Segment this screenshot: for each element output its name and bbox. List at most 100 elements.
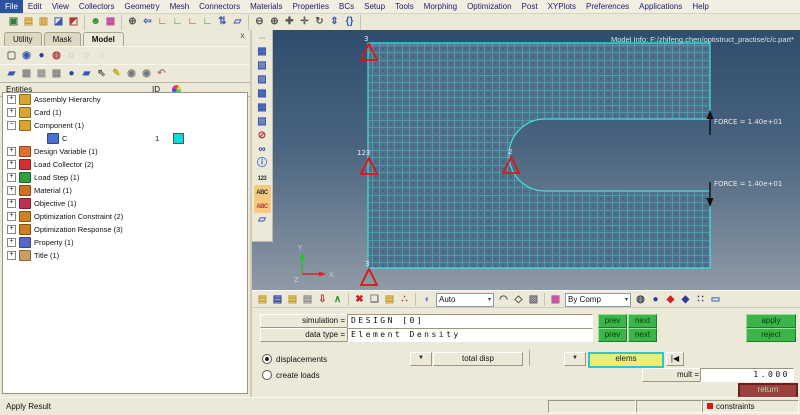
open-card-icon[interactable]: ▤: [285, 293, 300, 307]
browser-tab[interactable]: Model: [82, 32, 124, 46]
bycomp-color-icon[interactable]: ▦: [548, 293, 563, 307]
element-red-icon[interactable]: ◆: [663, 293, 678, 307]
sphere-menu-icon[interactable]: ●: [64, 67, 79, 81]
lasso-icon[interactable]: ◠: [496, 293, 511, 307]
translate-icon[interactable]: ∴: [397, 293, 412, 307]
mesh-transparent-icon[interactable]: ▦: [254, 101, 271, 115]
menu-item[interactable]: Applications: [634, 0, 687, 13]
selector-mode-icon[interactable]: ◖: [419, 293, 434, 307]
apply-button[interactable]: apply: [746, 314, 796, 328]
menu-item[interactable]: XYPlots: [543, 0, 581, 13]
expander-toggle[interactable]: +: [7, 186, 16, 195]
fit-view-icon[interactable]: ⇕: [327, 15, 342, 29]
menu-item[interactable]: File: [0, 0, 23, 13]
sphere-blue-icon[interactable]: ●: [34, 49, 49, 63]
tree-item[interactable]: + Optimization Constraint (2): [3, 210, 247, 223]
view-rotate-icon[interactable]: ⇅: [215, 15, 230, 29]
reject-button[interactable]: reject: [746, 328, 796, 342]
box-select-icon[interactable]: ◇: [511, 293, 526, 307]
view-yz-icon[interactable]: ∟: [200, 15, 215, 29]
menu-item[interactable]: Morphing: [419, 0, 462, 13]
tree-item[interactable]: + Load Step (1): [3, 171, 247, 184]
tree-item[interactable]: − Component (1): [3, 119, 247, 132]
brackets-icon[interactable]: {}: [342, 15, 357, 29]
dots-icon[interactable]: ∷: [693, 293, 708, 307]
menu-item[interactable]: Edit: [23, 0, 47, 13]
plate-menu-icon[interactable]: ▰: [79, 67, 94, 81]
delete-icon[interactable]: ✖: [352, 293, 367, 307]
expander-toggle[interactable]: +: [7, 199, 16, 208]
component-color-swatch[interactable]: [173, 121, 182, 130]
toolbar-grip[interactable]: ····: [254, 31, 271, 45]
view-xy-front-icon[interactable]: ∟: [155, 15, 170, 29]
shaded-sphere-icon[interactable]: ●: [648, 293, 663, 307]
zoom-window-icon[interactable]: ⊕: [125, 15, 140, 29]
component-color-swatch[interactable]: [173, 173, 182, 182]
expander-toggle[interactable]: +: [7, 108, 16, 117]
component-color-swatch[interactable]: [173, 199, 182, 208]
datatype-prev-button[interactable]: prev: [598, 328, 627, 342]
element-blue-icon[interactable]: ◆: [678, 293, 693, 307]
component-color-swatch[interactable]: [173, 108, 182, 117]
open-model-icon[interactable]: ▤: [21, 15, 36, 29]
tree-item[interactable]: + Title (1): [3, 249, 247, 262]
tree-item[interactable]: + Material (1): [3, 184, 247, 197]
menu-item[interactable]: Geometry: [119, 0, 164, 13]
undo-icon[interactable]: ↶: [154, 67, 169, 81]
expander-toggle[interactable]: +: [7, 147, 16, 156]
import-icon[interactable]: ◪: [51, 15, 66, 29]
menu-item[interactable]: Collectors: [74, 0, 120, 13]
simulation-next-button[interactable]: next: [628, 314, 657, 328]
menu-item[interactable]: Connectors: [194, 0, 245, 13]
script-icon[interactable]: ∧: [330, 293, 345, 307]
zoom-in-icon[interactable]: ⊕: [267, 15, 282, 29]
view-xz-icon[interactable]: ∟: [185, 15, 200, 29]
mesh-canvas[interactable]: 3 123 2 3 FORCE = 1.40e+01 FORCE = 1.40e…: [252, 30, 800, 290]
simulation-value-field[interactable]: DESIGN [0]: [347, 314, 593, 328]
expander-toggle[interactable]: +: [7, 95, 16, 104]
save-model-icon[interactable]: ▥: [36, 15, 51, 29]
zoom-out-icon[interactable]: ⊖: [252, 15, 267, 29]
import-load-icon[interactable]: ⇩: [315, 293, 330, 307]
simulation-prev-button[interactable]: prev: [598, 314, 627, 328]
pointer-icon[interactable]: ⇖: [94, 67, 109, 81]
expander-toggle[interactable]: +: [7, 160, 16, 169]
component-color-swatch[interactable]: [173, 95, 182, 104]
check-none-icon[interactable]: ▦: [34, 67, 49, 81]
component-view-icon[interactable]: ▰: [4, 67, 19, 81]
mult-button[interactable]: mult =: [642, 368, 705, 382]
menu-item[interactable]: Mesh: [165, 0, 195, 13]
tree-item[interactable]: + Property (1): [3, 236, 247, 249]
view-plane-icon[interactable]: ▱: [230, 15, 245, 29]
menu-item[interactable]: Post: [517, 0, 543, 13]
sphere-ghost2-icon[interactable]: ◌: [94, 49, 109, 63]
display-options-icon[interactable]: ▢: [4, 49, 19, 63]
mesh-feature-icon[interactable]: ▧: [254, 115, 271, 129]
find-icon[interactable]: ∞: [254, 143, 271, 157]
browser-tab[interactable]: Utility: [4, 32, 42, 46]
graphics-viewport[interactable]: Model Info: F:/zhifeng.chen/optistruct_p…: [252, 30, 800, 290]
component-color-swatch[interactable]: [173, 238, 182, 247]
note-flag-icon[interactable]: ◍: [49, 49, 64, 63]
create-loads-radio[interactable]: [262, 370, 272, 380]
color-palette-icon[interactable]: ▦: [103, 15, 118, 29]
total-disp-button[interactable]: total disp: [433, 352, 523, 366]
entity-links-icon[interactable]: ◉: [19, 49, 34, 63]
wireframe-sphere-icon[interactable]: ◍: [633, 293, 648, 307]
expander-toggle[interactable]: +: [7, 225, 16, 234]
highlight-pen-icon[interactable]: ✎: [109, 67, 124, 81]
component-color-swatch[interactable]: [173, 186, 182, 195]
menu-item[interactable]: Materials: [245, 0, 287, 13]
displacements-radio[interactable]: [262, 354, 272, 364]
component-color-swatch[interactable]: [173, 251, 182, 260]
disp-type-dropdown-button[interactable]: ▼: [410, 352, 432, 366]
section-cut-icon[interactable]: ⊘: [254, 129, 271, 143]
previous-view-icon[interactable]: ⇦: [140, 15, 155, 29]
expander-toggle[interactable]: −: [7, 121, 16, 130]
component-color-swatch[interactable]: [173, 225, 182, 234]
expander-toggle[interactable]: +: [7, 238, 16, 247]
view-xy-back-icon[interactable]: ∟: [170, 15, 185, 29]
menu-item[interactable]: Preferences: [581, 0, 634, 13]
center-view-icon[interactable]: ✚: [282, 15, 297, 29]
mesh-hidden-icon[interactable]: ▩: [254, 87, 271, 101]
